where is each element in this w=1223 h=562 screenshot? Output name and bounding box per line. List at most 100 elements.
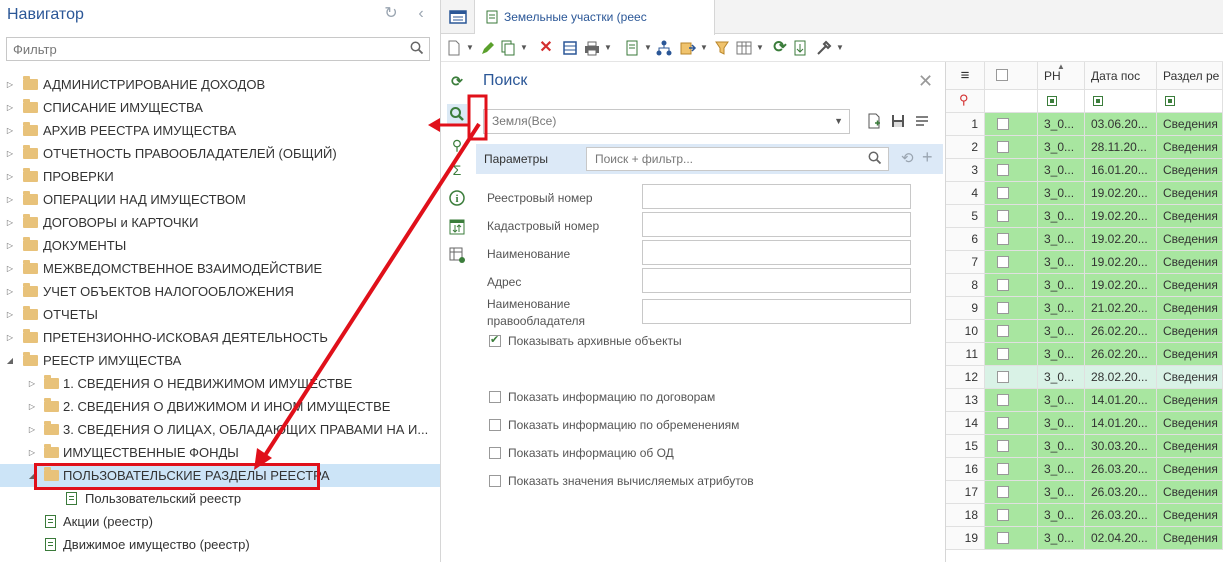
filter-cell[interactable] (1157, 90, 1223, 113)
refresh-icon[interactable]: ⟳ (771, 39, 789, 57)
tree-item[interactable]: ▷ ОТЧЕТЫ (0, 303, 440, 326)
expand-arrow-icon[interactable]: ▷ (5, 257, 15, 280)
expand-arrow-icon[interactable]: ▷ (5, 326, 15, 349)
row-checkbox[interactable] (997, 279, 1009, 291)
table-row[interactable]: 15 3_0... 30.03.20... Сведения (946, 435, 1223, 458)
sum-icon[interactable]: Σ (447, 160, 467, 180)
tree-item[interactable]: ▷ ДОКУМЕНТЫ (0, 234, 440, 257)
table-row[interactable]: 12 3_0... 28.02.20... Сведения (946, 366, 1223, 389)
row-select-cell[interactable] (985, 320, 1038, 343)
table-row[interactable]: 1 3_0... 03.06.20... Сведения (946, 113, 1223, 136)
row-select-cell[interactable] (985, 251, 1038, 274)
row-select-cell[interactable] (985, 366, 1038, 389)
grid-menu-icon[interactable]: ≡ (946, 62, 985, 90)
table-row[interactable]: 18 3_0... 26.03.20... Сведения (946, 504, 1223, 527)
table-row[interactable]: 9 3_0... 21.02.20... Сведения (946, 297, 1223, 320)
table-row[interactable]: 17 3_0... 26.03.20... Сведения (946, 481, 1223, 504)
row-select-cell[interactable] (985, 136, 1038, 159)
row-checkbox[interactable] (997, 141, 1009, 153)
column-header-section[interactable]: Раздел ре (1157, 62, 1223, 90)
row-checkbox[interactable] (997, 440, 1009, 452)
table-row[interactable]: 3 3_0... 16.01.20... Сведения (946, 159, 1223, 182)
row-select-cell[interactable] (985, 412, 1038, 435)
tree-item[interactable]: Акции (реестр) (0, 510, 440, 533)
encumbrances-checkbox[interactable] (489, 419, 501, 431)
parameters-filter[interactable] (586, 147, 889, 171)
add-filter-icon[interactable] (866, 113, 882, 129)
row-select-cell[interactable] (985, 527, 1038, 550)
tree-item[interactable]: ▷ ДОГОВОРЫ и КАРТОЧКИ (0, 211, 440, 234)
tree-item[interactable]: Движимое имущество (реестр) (0, 533, 440, 556)
row-checkbox[interactable] (997, 417, 1009, 429)
history-icon[interactable]: ⟲ (901, 149, 914, 167)
tree-item[interactable]: ▷ ИМУЩЕСТВЕННЫЕ ФОНДЫ (0, 441, 440, 464)
filter-cell[interactable] (1085, 90, 1157, 113)
tree-item[interactable]: ▷ 3. СВЕДЕНИЯ О ЛИЦАХ, ОБЛАДАЮЩИХ ПРАВАМИ… (0, 418, 440, 441)
column-header-rn[interactable]: РН ▲ (1038, 62, 1085, 90)
tree-item[interactable]: ▷ ПРОВЕРКИ (0, 165, 440, 188)
pin-icon[interactable]: ⚲ (447, 135, 467, 155)
search-icon[interactable] (447, 104, 467, 124)
tree-item[interactable]: ▷ 1. СВЕДЕНИЯ О НЕДВИЖИМОМ ИМУЩЕСТВЕ (0, 372, 440, 395)
row-select-cell[interactable] (985, 435, 1038, 458)
tree-item[interactable]: ▷ МЕЖВЕДОМСТВЕННОЕ ВЗАИМОДЕЙСТВИЕ (0, 257, 440, 280)
dropdown-arrow-icon[interactable]: ▼ (751, 39, 769, 57)
row-select-cell[interactable] (985, 343, 1038, 366)
od-checkbox[interactable] (489, 447, 501, 459)
tree-item[interactable]: ▷ АДМИНИСТРИРОВАНИЕ ДОХОДОВ (0, 73, 440, 96)
row-checkbox[interactable] (997, 210, 1009, 222)
row-select-cell[interactable] (985, 205, 1038, 228)
collapse-arrow-icon[interactable]: ◢ (5, 349, 15, 372)
row-select-cell[interactable] (985, 297, 1038, 320)
tree-item[interactable]: ◢ РЕЕСТР ИМУЩЕСТВА (0, 349, 440, 372)
row-checkbox[interactable] (997, 233, 1009, 245)
table-row[interactable]: 6 3_0... 19.02.20... Сведения (946, 228, 1223, 251)
row-checkbox[interactable] (997, 509, 1009, 521)
table-row[interactable]: 4 3_0... 19.02.20... Сведения (946, 182, 1223, 205)
row-select-cell[interactable] (985, 159, 1038, 182)
parameters-search-input[interactable] (587, 148, 857, 170)
list-menu-icon[interactable] (914, 113, 930, 129)
filter-cell[interactable] (1038, 90, 1085, 113)
table-row[interactable]: 7 3_0... 19.02.20... Сведения (946, 251, 1223, 274)
filter-icon[interactable] (713, 39, 731, 57)
expand-arrow-icon[interactable]: ▷ (5, 280, 15, 303)
expand-arrow-icon[interactable]: ▷ (5, 142, 15, 165)
expand-arrow-icon[interactable]: ▷ (27, 441, 37, 464)
clear-filter-icon[interactable]: ⚲ (946, 90, 985, 113)
tree-item[interactable]: ▷ 2. СВЕДЕНИЯ О ДВИЖИМОМ И ИНОМ ИМУЩЕСТВЕ (0, 395, 440, 418)
expand-arrow-icon[interactable]: ▷ (5, 303, 15, 326)
expand-arrow-icon[interactable]: ▷ (5, 188, 15, 211)
column-header-date[interactable]: Дата пос (1085, 62, 1157, 90)
table-row[interactable]: 14 3_0... 14.01.20... Сведения (946, 412, 1223, 435)
row-checkbox[interactable] (997, 118, 1009, 130)
select-all-checkbox[interactable] (996, 69, 1008, 81)
expand-arrow-icon[interactable]: ▷ (5, 165, 15, 188)
calendar-sort-icon[interactable] (447, 217, 467, 237)
refresh-icon[interactable]: ↻ (383, 6, 399, 22)
search-icon[interactable] (410, 41, 424, 55)
expand-arrow-icon[interactable]: ▷ (27, 418, 37, 441)
row-checkbox[interactable] (997, 394, 1009, 406)
table-row[interactable]: 13 3_0... 14.01.20... Сведения (946, 389, 1223, 412)
info-icon[interactable]: i (447, 188, 467, 208)
search-type-select[interactable]: Земля(Все) ▼ (483, 109, 850, 134)
tree-item[interactable]: ▷ УЧЕТ ОБЪЕКТОВ НАЛОГООБЛОЖЕНИЯ (0, 280, 440, 303)
row-select-cell[interactable] (985, 228, 1038, 251)
address-input[interactable] (642, 268, 911, 293)
row-checkbox[interactable] (997, 463, 1009, 475)
tab-home[interactable] (441, 0, 475, 34)
tree-item[interactable]: ▷ ОПЕРАЦИИ НАД ИМУЩЕСТВОМ (0, 188, 440, 211)
row-checkbox[interactable] (997, 187, 1009, 199)
tree-item[interactable]: ▷ АРХИВ РЕЕСТРА ИМУЩЕСТВА (0, 119, 440, 142)
row-select-cell[interactable] (985, 182, 1038, 205)
table-row[interactable]: 2 3_0... 28.11.20... Сведения (946, 136, 1223, 159)
sort-icon[interactable] (791, 39, 809, 57)
expand-arrow-icon[interactable]: ▷ (5, 211, 15, 234)
row-checkbox[interactable] (997, 302, 1009, 314)
expand-arrow-icon[interactable]: ▷ (27, 372, 37, 395)
contracts-checkbox[interactable] (489, 391, 501, 403)
table-row[interactable]: 5 3_0... 19.02.20... Сведения (946, 205, 1223, 228)
filter-cell[interactable] (985, 90, 1038, 113)
filter-icon[interactable] (1093, 96, 1103, 106)
